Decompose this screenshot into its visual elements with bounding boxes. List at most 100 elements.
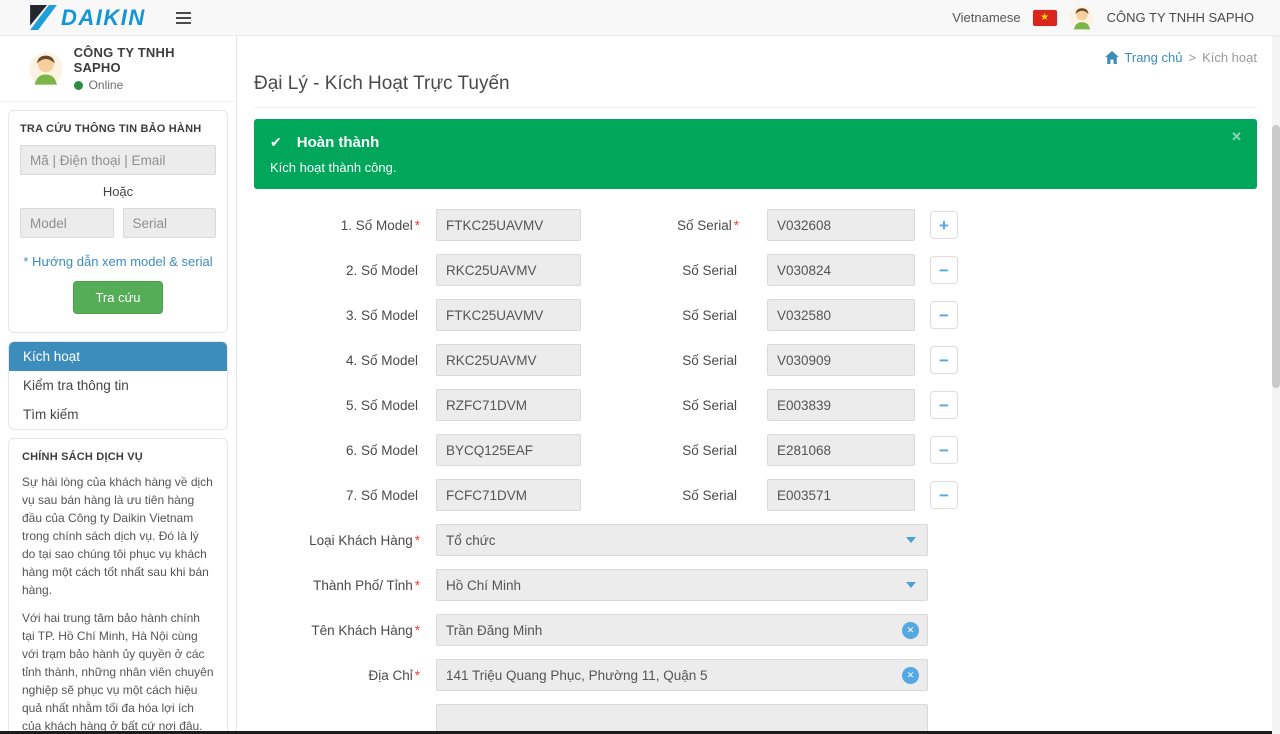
remove-row-button[interactable]: − bbox=[930, 481, 958, 509]
customer-type-label: Loại Khách Hàng* bbox=[254, 533, 420, 548]
product-row: 6. Số Model Số Serial − bbox=[254, 434, 1257, 466]
serial-label: Số Serial bbox=[581, 488, 739, 503]
model-serial-guide-link[interactable]: * Hướng dẫn xem model & serial bbox=[20, 254, 216, 269]
policy-title: CHÍNH SÁCH DỊCH VỤ bbox=[22, 451, 214, 463]
sidebar-user-panel: CÔNG TY TNHH SAPHO Online bbox=[0, 36, 236, 102]
online-status-dot bbox=[74, 81, 83, 90]
next-field-row-partial bbox=[254, 704, 1257, 734]
model-label: 3. Số Model bbox=[254, 308, 420, 323]
top-user-name[interactable]: CÔNG TY TNHH SAPHO bbox=[1107, 10, 1254, 25]
sidebar-item-check-info[interactable]: Kiểm tra thông tin bbox=[9, 371, 227, 400]
vietnam-flag-icon[interactable]: ★ bbox=[1033, 10, 1057, 26]
brand-wordmark: DAIKIN bbox=[61, 5, 146, 31]
alert-title: Hoàn thành bbox=[297, 134, 380, 151]
sidebar-user-name: CÔNG TY TNHH SAPHO bbox=[74, 45, 224, 75]
model-label: 5. Số Model bbox=[254, 398, 420, 413]
remove-row-button[interactable]: − bbox=[930, 301, 958, 329]
alert-message: Kích hoạt thành công. bbox=[270, 160, 1241, 175]
serial-label: Số Serial bbox=[581, 263, 739, 278]
sidebar-user-avatar bbox=[28, 51, 64, 87]
model-input[interactable] bbox=[436, 479, 581, 511]
remove-row-button[interactable]: − bbox=[930, 346, 958, 374]
daikin-logo-icon bbox=[30, 5, 57, 30]
policy-paragraph: Sự hài lòng của khách hàng về dịch vụ sa… bbox=[22, 473, 214, 599]
search-serial-input[interactable] bbox=[123, 208, 217, 238]
online-status-label: Online bbox=[89, 78, 124, 92]
menu-toggle-icon[interactable] bbox=[172, 8, 195, 28]
serial-label: Số Serial* bbox=[581, 218, 739, 233]
success-alert: Hoàn thành Kích hoạt thành công. bbox=[254, 119, 1257, 189]
search-button[interactable]: Tra cứu bbox=[73, 281, 162, 314]
customer-name-input[interactable] bbox=[436, 614, 928, 646]
serial-input[interactable] bbox=[767, 434, 915, 466]
serial-label: Số Serial bbox=[581, 308, 739, 323]
model-label: 1. Số Model* bbox=[254, 218, 420, 233]
search-card-title: TRA CỨU THÔNG TIN BẢO HÀNH bbox=[20, 123, 216, 135]
page-title: Đại Lý - Kích Hoạt Trực Tuyến bbox=[254, 73, 1257, 95]
remove-row-button[interactable]: − bbox=[930, 436, 958, 464]
search-code-input[interactable] bbox=[20, 145, 216, 175]
product-row: 7. Số Model Số Serial − bbox=[254, 479, 1257, 511]
add-row-button[interactable]: + bbox=[930, 211, 958, 239]
daikin-logo[interactable]: DAIKIN bbox=[30, 5, 146, 31]
serial-input[interactable] bbox=[767, 479, 915, 511]
model-label: 4. Số Model bbox=[254, 353, 420, 368]
sidebar-item-activate[interactable]: Kích hoạt bbox=[9, 342, 227, 371]
address-row: Địa Chỉ* bbox=[254, 659, 1257, 691]
activation-form: 1. Số Model* Số Serial* + 2. Số Model Số… bbox=[254, 209, 1257, 734]
policy-paragraph: Với hai trung tâm bảo hành chính tại TP.… bbox=[22, 609, 214, 734]
breadcrumb: Trang chủ > Kích hoạt bbox=[254, 36, 1257, 65]
model-input[interactable] bbox=[436, 434, 581, 466]
remove-row-button[interactable]: − bbox=[930, 256, 958, 284]
customer-name-label: Tên Khách Hàng* bbox=[254, 623, 420, 638]
service-policy-card: CHÍNH SÁCH DỊCH VỤ Sự hài lòng của khách… bbox=[8, 438, 228, 734]
title-divider bbox=[254, 107, 1257, 108]
search-model-input[interactable] bbox=[20, 208, 114, 238]
city-select[interactable] bbox=[436, 569, 928, 601]
serial-input[interactable] bbox=[767, 389, 915, 421]
breadcrumb-current: Kích hoạt bbox=[1202, 50, 1257, 65]
address-label: Địa Chỉ* bbox=[254, 668, 420, 683]
serial-input[interactable] bbox=[767, 299, 915, 331]
serial-label: Số Serial bbox=[581, 353, 739, 368]
breadcrumb-separator: > bbox=[1188, 50, 1196, 65]
check-icon bbox=[270, 134, 282, 151]
model-input[interactable] bbox=[436, 344, 581, 376]
sidebar-menu: Kích hoạt Kiểm tra thông tin Tìm kiếm bbox=[8, 341, 228, 430]
serial-input[interactable] bbox=[767, 209, 915, 241]
user-avatar[interactable] bbox=[1069, 5, 1095, 31]
city-row: Thành Phố/ Tỉnh* bbox=[254, 569, 1257, 601]
model-input[interactable] bbox=[436, 209, 581, 241]
alert-close-icon[interactable] bbox=[1231, 129, 1242, 145]
warranty-search-card: TRA CỨU THÔNG TIN BẢO HÀNH Hoặc * Hướng … bbox=[8, 110, 228, 333]
serial-input[interactable] bbox=[767, 254, 915, 286]
model-label: 2. Số Model bbox=[254, 263, 420, 278]
model-input[interactable] bbox=[436, 299, 581, 331]
remove-row-button[interactable]: − bbox=[930, 391, 958, 419]
product-row: 5. Số Model Số Serial − bbox=[254, 389, 1257, 421]
address-input[interactable] bbox=[436, 659, 928, 691]
customer-name-row: Tên Khách Hàng* bbox=[254, 614, 1257, 646]
customer-type-row: Loại Khách Hàng* bbox=[254, 524, 1257, 556]
model-label: 7. Số Model bbox=[254, 488, 420, 503]
serial-input[interactable] bbox=[767, 344, 915, 376]
sidebar: CÔNG TY TNHH SAPHO Online TRA CỨU THÔNG … bbox=[0, 36, 237, 734]
language-selector[interactable]: Vietnamese bbox=[952, 10, 1020, 25]
phone-input[interactable] bbox=[436, 704, 928, 734]
vertical-scrollbar[interactable] bbox=[1272, 36, 1280, 734]
clear-field-icon[interactable] bbox=[902, 667, 919, 684]
or-label: Hoặc bbox=[20, 184, 216, 199]
product-row: 1. Số Model* Số Serial* + bbox=[254, 209, 1257, 241]
sidebar-item-search[interactable]: Tìm kiếm bbox=[9, 400, 227, 429]
main-content: Trang chủ > Kích hoạt Đại Lý - Kích Hoạt… bbox=[237, 36, 1280, 734]
product-row: 3. Số Model Số Serial − bbox=[254, 299, 1257, 331]
customer-type-select[interactable] bbox=[436, 524, 928, 556]
home-icon bbox=[1105, 51, 1119, 64]
clear-field-icon[interactable] bbox=[902, 622, 919, 639]
breadcrumb-home-link[interactable]: Trang chủ bbox=[1105, 50, 1182, 65]
model-input[interactable] bbox=[436, 254, 581, 286]
model-input[interactable] bbox=[436, 389, 581, 421]
product-row: 4. Số Model Số Serial − bbox=[254, 344, 1257, 376]
scrollbar-thumb[interactable] bbox=[1272, 125, 1280, 388]
serial-label: Số Serial bbox=[581, 398, 739, 413]
